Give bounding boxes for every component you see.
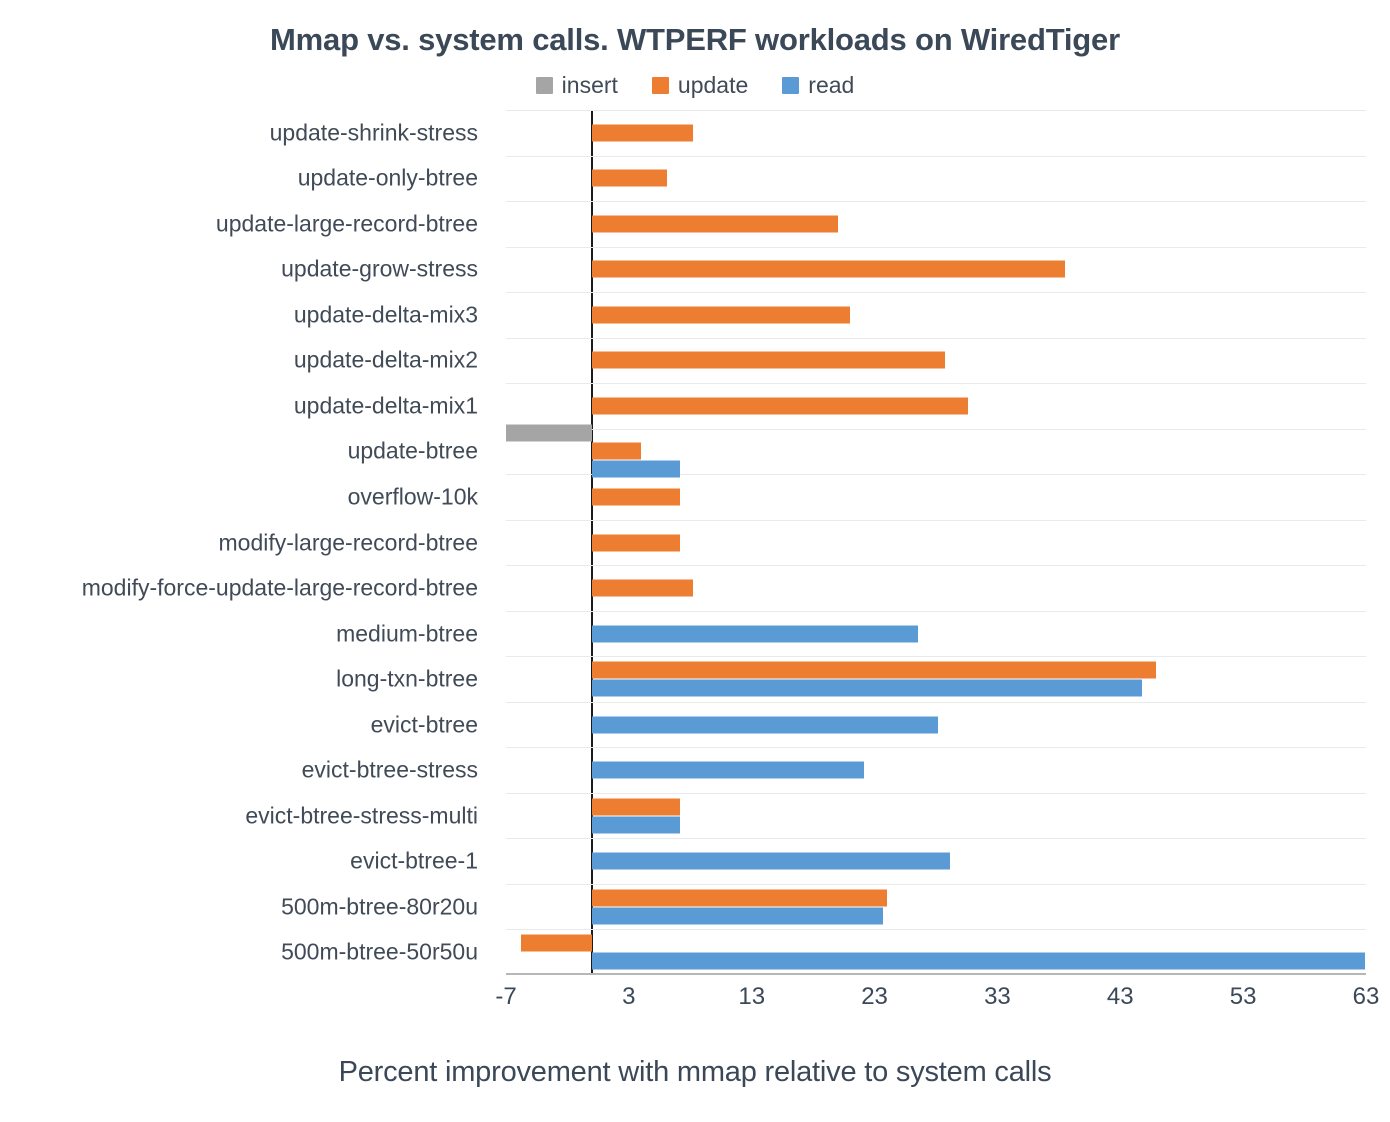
legend-label: read [808,72,855,98]
legend-swatch-insert [535,77,553,94]
bar-read[interactable] [592,679,1143,697]
x-tick-label: 43 [1106,983,1134,1010]
bar-update[interactable] [592,798,681,816]
bar-read[interactable] [592,460,681,478]
gridline [506,519,1366,521]
legend-label: update [677,72,749,98]
category-label: update-delta-mix2 [293,346,478,373]
gridline [506,246,1366,248]
gridline [506,201,1366,203]
gridline [506,565,1366,567]
bar-update[interactable] [520,934,592,952]
legend-swatch-update [651,77,669,94]
legend-item-read[interactable]: read [782,74,854,97]
bar-update[interactable] [592,351,945,369]
bar-update[interactable] [592,215,838,233]
x-tick-label: 33 [984,983,1011,1010]
bar-read[interactable] [592,952,1365,970]
category-label: 500m-btree-50r50u [281,938,478,965]
legend-item-update[interactable]: update [651,72,749,98]
bar-update[interactable] [592,534,681,551]
x-tick-label: 63 [1352,983,1380,1010]
bar-update[interactable] [592,306,850,324]
gridline [506,110,1366,111]
bar-read[interactable] [592,761,864,779]
bar-update[interactable] [592,124,693,142]
category-label: update-delta-mix3 [293,301,478,328]
bar-read[interactable] [592,852,950,870]
gridline [506,610,1366,612]
chart-title: Mmap vs. system calls. WTPERF workloads … [270,22,1120,57]
gridline [506,292,1366,294]
plot-area [506,110,1366,975]
bar-read[interactable] [592,716,939,734]
category-label: modify-large-record-btree [218,529,478,555]
x-tick-label: 53 [1229,983,1257,1010]
gridline [506,337,1366,339]
bar-update[interactable] [592,442,642,460]
gridline [506,838,1366,840]
bar-update[interactable] [592,579,693,597]
legend-item-insert[interactable]: insert [535,72,618,98]
legend-swatch-read [782,77,800,94]
gridline [506,428,1366,430]
x-axis-line [506,973,1366,975]
category-label: long-txn-btree [336,665,478,692]
category-label: evict-btree-stress [301,756,478,783]
x-tick-label: 23 [861,983,888,1010]
x-tick-label: 13 [738,983,766,1010]
category-label: evict-btree [370,711,478,738]
category-label: update-shrink-stress [269,119,478,146]
bar-read[interactable] [592,907,884,925]
bar-update[interactable] [592,169,667,187]
bar-update[interactable] [592,260,1065,278]
x-axis-tick-labels: -7 3 13 23 33 43 53 63 [495,983,1379,1019]
gridline [506,656,1366,658]
category-label: evict-btree-stress-multi [245,802,478,829]
y-axis-category-labels: update-shrink-stress update-only-btree upd… [0,110,492,975]
gridline [506,792,1366,794]
legend-label: insert [561,72,618,98]
bar-update[interactable] [592,397,968,415]
category-label: update-large-record-btree [215,210,478,237]
chart-container: Mmap vs. system calls. WTPERF workloads … [0,0,1390,1122]
bar-update[interactable] [592,661,1156,679]
gridline [506,155,1366,157]
gridline [506,383,1366,385]
category-label: overflow-10k [347,483,478,510]
bar-read[interactable] [592,816,681,834]
x-tick-label: 3 [622,983,636,1010]
category-label: update-only-btree [297,164,478,191]
gridline [506,747,1366,749]
category-label: update-delta-mix1 [293,392,478,419]
bar-insert[interactable] [506,424,592,442]
bar-update[interactable] [592,488,681,506]
gridline [506,701,1366,703]
gridline [506,929,1366,931]
category-label: modify-force-update-large-record-btree [81,574,478,601]
bar-read[interactable] [592,625,918,643]
category-label: medium-btree [336,620,478,647]
category-label: evict-btree-1 [350,847,478,874]
x-tick-label: -7 [495,983,517,1010]
chart-legend: insert update read [0,74,1390,97]
category-label: 500m-btree-80r20u [281,893,478,920]
gridline [506,883,1366,885]
category-label: update-grow-stress [281,255,478,282]
category-label: update-btree [347,437,478,464]
bar-update[interactable] [592,889,887,907]
x-axis-title: Percent improvement with mmap relative t… [338,1056,1052,1088]
plot-wrapper: update-shrink-stress update-only-btree upd… [0,110,1390,975]
